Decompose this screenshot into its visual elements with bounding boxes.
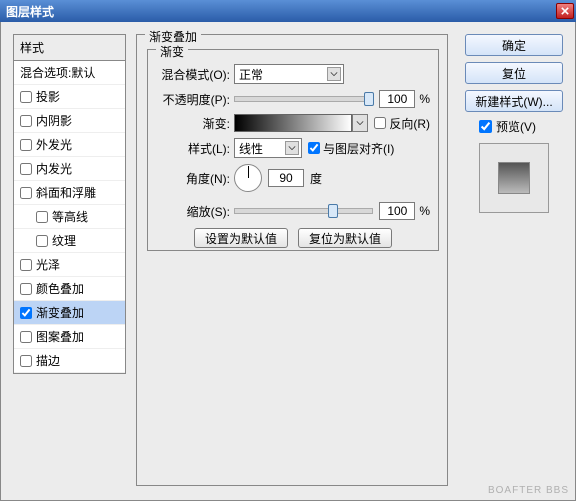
- gradient-group: 渐变 混合模式(O): 正常 不透明度(P): 100 % 渐变:: [147, 49, 439, 251]
- style-label: 描边: [36, 352, 60, 369]
- style-checkbox[interactable]: [20, 91, 32, 103]
- style-label: 纹理: [52, 232, 76, 249]
- angle-dial[interactable]: [234, 164, 262, 192]
- style-item-0[interactable]: 投影: [14, 85, 125, 109]
- opacity-slider[interactable]: [234, 96, 373, 102]
- align-checkbox[interactable]: 与图层对齐(I): [308, 140, 394, 157]
- style-checkbox[interactable]: [20, 115, 32, 127]
- watermark: BOAFTER BBS: [488, 485, 569, 496]
- right-button-panel: 确定 复位 新建样式(W)... 预览(V): [465, 34, 563, 213]
- slider-thumb[interactable]: [364, 92, 374, 106]
- styles-list-panel: 样式 混合选项:默认 投影内阴影外发光内发光斜面和浮雕等高线纹理光泽颜色叠加渐变…: [13, 34, 126, 374]
- style-label: 图案叠加: [36, 328, 84, 345]
- style-checkbox[interactable]: [20, 307, 32, 319]
- style-label: 内阴影: [36, 112, 72, 129]
- style-checkbox[interactable]: [20, 187, 32, 199]
- set-default-button[interactable]: 设置为默认值: [194, 228, 288, 248]
- style-label: 斜面和浮雕: [36, 184, 96, 201]
- style-select[interactable]: 线性: [234, 138, 302, 158]
- style-item-11[interactable]: 描边: [14, 349, 125, 373]
- slider-thumb[interactable]: [328, 204, 338, 218]
- ok-button[interactable]: 确定: [465, 34, 563, 56]
- cancel-button[interactable]: 复位: [465, 62, 563, 84]
- style-checkbox[interactable]: [20, 355, 32, 367]
- style-label: 样式(L):: [156, 140, 234, 157]
- style-item-10[interactable]: 图案叠加: [14, 325, 125, 349]
- style-checkbox[interactable]: [20, 331, 32, 343]
- gradient-swatch[interactable]: [234, 114, 352, 132]
- gradient-picker-button[interactable]: [352, 114, 368, 132]
- opacity-unit: %: [415, 92, 430, 106]
- angle-unit: 度: [304, 170, 322, 187]
- styles-header: 样式: [14, 35, 125, 61]
- close-button[interactable]: [556, 3, 574, 19]
- close-icon: [561, 7, 569, 15]
- style-label: 等高线: [52, 208, 88, 225]
- chevron-down-icon: [285, 141, 299, 155]
- angle-value[interactable]: 90: [268, 169, 304, 187]
- gradient-overlay-panel: 渐变叠加 渐变 混合模式(O): 正常 不透明度(P): 100 % 渐变:: [136, 34, 448, 486]
- preview-swatch: [498, 162, 530, 194]
- style-item-5[interactable]: 等高线: [14, 205, 125, 229]
- style-checkbox[interactable]: [20, 163, 32, 175]
- preview-box: [479, 143, 549, 213]
- style-label: 内发光: [36, 160, 72, 177]
- style-item-2[interactable]: 外发光: [14, 133, 125, 157]
- scale-slider[interactable]: [234, 208, 373, 214]
- reset-default-button[interactable]: 复位为默认值: [298, 228, 392, 248]
- blend-options-item[interactable]: 混合选项:默认: [14, 61, 125, 85]
- gradient-label: 渐变:: [156, 115, 234, 132]
- style-label: 投影: [36, 88, 60, 105]
- style-item-1[interactable]: 内阴影: [14, 109, 125, 133]
- scale-value[interactable]: 100: [379, 202, 415, 220]
- chevron-down-icon: [327, 67, 341, 81]
- style-checkbox[interactable]: [20, 139, 32, 151]
- style-checkbox[interactable]: [36, 211, 48, 223]
- style-checkbox[interactable]: [20, 259, 32, 271]
- blend-mode-label: 混合模式(O):: [156, 66, 234, 83]
- style-label: 光泽: [36, 256, 60, 273]
- dialog-title: 图层样式: [6, 3, 54, 20]
- style-item-8[interactable]: 颜色叠加: [14, 277, 125, 301]
- preview-checkbox[interactable]: 预览(V): [465, 118, 563, 135]
- dial-pointer: [248, 166, 249, 178]
- style-label: 渐变叠加: [36, 304, 84, 321]
- scale-unit: %: [415, 204, 430, 218]
- scale-label: 缩放(S):: [156, 203, 234, 220]
- style-label: 外发光: [36, 136, 72, 153]
- new-style-button[interactable]: 新建样式(W)...: [465, 90, 563, 112]
- style-checkbox[interactable]: [20, 283, 32, 295]
- style-label: 颜色叠加: [36, 280, 84, 297]
- style-item-6[interactable]: 纹理: [14, 229, 125, 253]
- style-item-9[interactable]: 渐变叠加: [14, 301, 125, 325]
- style-item-7[interactable]: 光泽: [14, 253, 125, 277]
- style-checkbox[interactable]: [36, 235, 48, 247]
- style-item-4[interactable]: 斜面和浮雕: [14, 181, 125, 205]
- style-item-3[interactable]: 内发光: [14, 157, 125, 181]
- opacity-label: 不透明度(P):: [156, 91, 234, 108]
- reverse-checkbox[interactable]: 反向(R): [374, 115, 430, 132]
- opacity-value[interactable]: 100: [379, 90, 415, 108]
- angle-label: 角度(N):: [156, 170, 234, 187]
- group-legend: 渐变: [156, 43, 188, 60]
- blend-mode-select[interactable]: 正常: [234, 64, 344, 84]
